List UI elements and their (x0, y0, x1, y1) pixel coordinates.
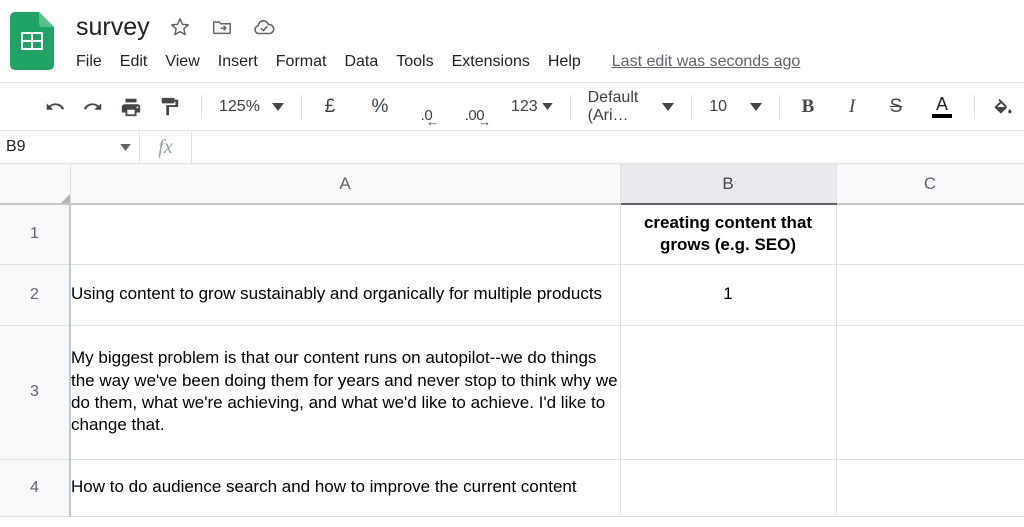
menu-item-data[interactable]: Data (335, 49, 387, 75)
toolbar-divider (974, 94, 975, 119)
table-row: 2 Using content to grow sustainably and … (0, 264, 1024, 326)
select-all-corner[interactable] (0, 164, 71, 205)
redo-icon[interactable] (76, 90, 110, 124)
cell-c3[interactable] (836, 325, 1024, 460)
menu-item-format[interactable]: Format (267, 49, 336, 75)
number-format-dropdown[interactable]: 123 (505, 90, 559, 124)
table-row: 1 creating content that grows (e.g. SEO) (0, 204, 1024, 265)
cell-a3[interactable]: My biggest problem is that our content r… (70, 325, 621, 460)
toolbar-divider (779, 94, 780, 119)
column-header-b[interactable]: B (619, 164, 837, 205)
formula-input[interactable] (192, 131, 1024, 163)
cell-a2[interactable]: Using content to grow sustainably and or… (70, 264, 621, 326)
decrease-decimal-icon[interactable]: .0 ← (413, 90, 447, 129)
sheet-table: A B C 1 creating content that grows (e.g… (0, 164, 1024, 517)
title-row: survey (76, 10, 800, 44)
cell-b1[interactable]: creating content that grows (e.g. SEO) (619, 204, 837, 265)
chevron-down-icon (662, 102, 675, 111)
toolbar-divider (300, 94, 302, 119)
cell-a1[interactable] (70, 204, 621, 265)
italic-button[interactable]: I (835, 90, 869, 124)
toolbar-divider (691, 94, 693, 119)
menu-item-extensions[interactable]: Extensions (443, 49, 539, 75)
font-family-dropdown[interactable]: Default (Ari… (582, 88, 681, 124)
font-family-value: Default (Ari… (587, 88, 639, 124)
font-size-dropdown[interactable]: 10 (703, 90, 768, 124)
column-header-a[interactable]: A (70, 164, 621, 205)
toolbar-divider (569, 94, 571, 119)
toolbar-divider (201, 94, 202, 119)
strikethrough-button[interactable]: S (879, 90, 913, 124)
menu-item-help[interactable]: Help (539, 49, 590, 75)
last-edit-link[interactable]: Last edit was seconds ago (612, 53, 801, 71)
currency-glyph: £ (324, 95, 336, 117)
spreadsheet-grid: A B C 1 creating content that grows (e.g… (0, 164, 1024, 527)
bold-button[interactable]: B (791, 90, 825, 124)
undo-icon[interactable] (38, 90, 72, 124)
toolbar: 125% £ % .0 ← .00 → 123 Default (Ari… 10 (0, 82, 1024, 130)
fx-icon: fx (140, 131, 192, 163)
name-box[interactable]: B9 (0, 131, 140, 163)
cloud-saved-icon[interactable] (252, 15, 276, 39)
column-header-row: A B C (0, 164, 1024, 205)
cell-c4[interactable] (836, 459, 1024, 517)
cell-c1[interactable] (836, 204, 1024, 265)
percent-icon[interactable]: % (363, 90, 397, 124)
row-header-2[interactable]: 2 (0, 264, 71, 326)
column-header-c[interactable]: C (836, 164, 1024, 205)
increase-decimal-arrow: → (478, 113, 492, 129)
star-icon[interactable] (168, 15, 192, 39)
fill-color-icon[interactable] (986, 90, 1020, 124)
menu-item-tools[interactable]: Tools (387, 49, 442, 75)
zoom-dropdown[interactable]: 125% (213, 90, 290, 124)
pound-sterling-icon[interactable]: £ (313, 90, 347, 124)
chevron-down-icon (271, 102, 284, 111)
document-title[interactable]: survey (76, 12, 150, 42)
chevron-down-icon (750, 102, 762, 111)
formula-bar: B9 fx (0, 130, 1024, 164)
row-header-1[interactable]: 1 (0, 204, 71, 265)
title-and-menu: survey File Edit View Insert Format Data… (76, 8, 800, 77)
chevron-down-icon (541, 103, 553, 110)
paint-format-icon[interactable] (152, 90, 186, 124)
text-color-glyph: A (935, 93, 948, 114)
print-icon[interactable] (114, 90, 148, 124)
text-color-icon[interactable]: A (925, 90, 959, 124)
menu-bar: File Edit View Insert Format Data Tools … (76, 47, 800, 77)
number-format-value: 123 (510, 97, 538, 115)
text-color-swatch (932, 113, 952, 118)
menu-item-file[interactable]: File (76, 49, 111, 75)
move-to-folder-icon[interactable] (210, 15, 234, 39)
table-row: 4 How to do audience search and how to i… (0, 459, 1024, 517)
increase-decimal-icon[interactable]: .00 → (461, 90, 495, 129)
decrease-decimal-arrow: ← (426, 113, 440, 129)
percent-glyph: % (371, 95, 389, 117)
menu-item-insert[interactable]: Insert (209, 49, 267, 75)
cell-a4[interactable]: How to do audience search and how to imp… (70, 459, 621, 517)
row-header-3[interactable]: 3 (0, 325, 71, 460)
google-sheets-logo[interactable] (10, 12, 54, 70)
menu-item-edit[interactable]: Edit (111, 49, 157, 75)
app-header: survey File Edit View Insert Format Data… (0, 0, 1024, 82)
cell-b4[interactable] (619, 459, 837, 517)
name-box-value: B9 (6, 138, 26, 155)
cell-c2[interactable] (836, 264, 1024, 326)
chevron-down-icon[interactable] (120, 143, 131, 151)
row-header-4[interactable]: 4 (0, 459, 71, 517)
cell-b3[interactable] (619, 325, 837, 460)
cell-b2[interactable]: 1 (619, 264, 837, 326)
table-row: 3 My biggest problem is that our content… (0, 325, 1024, 460)
zoom-value: 125% (219, 97, 260, 115)
menu-item-view[interactable]: View (156, 49, 208, 75)
font-size-value: 10 (709, 97, 728, 115)
